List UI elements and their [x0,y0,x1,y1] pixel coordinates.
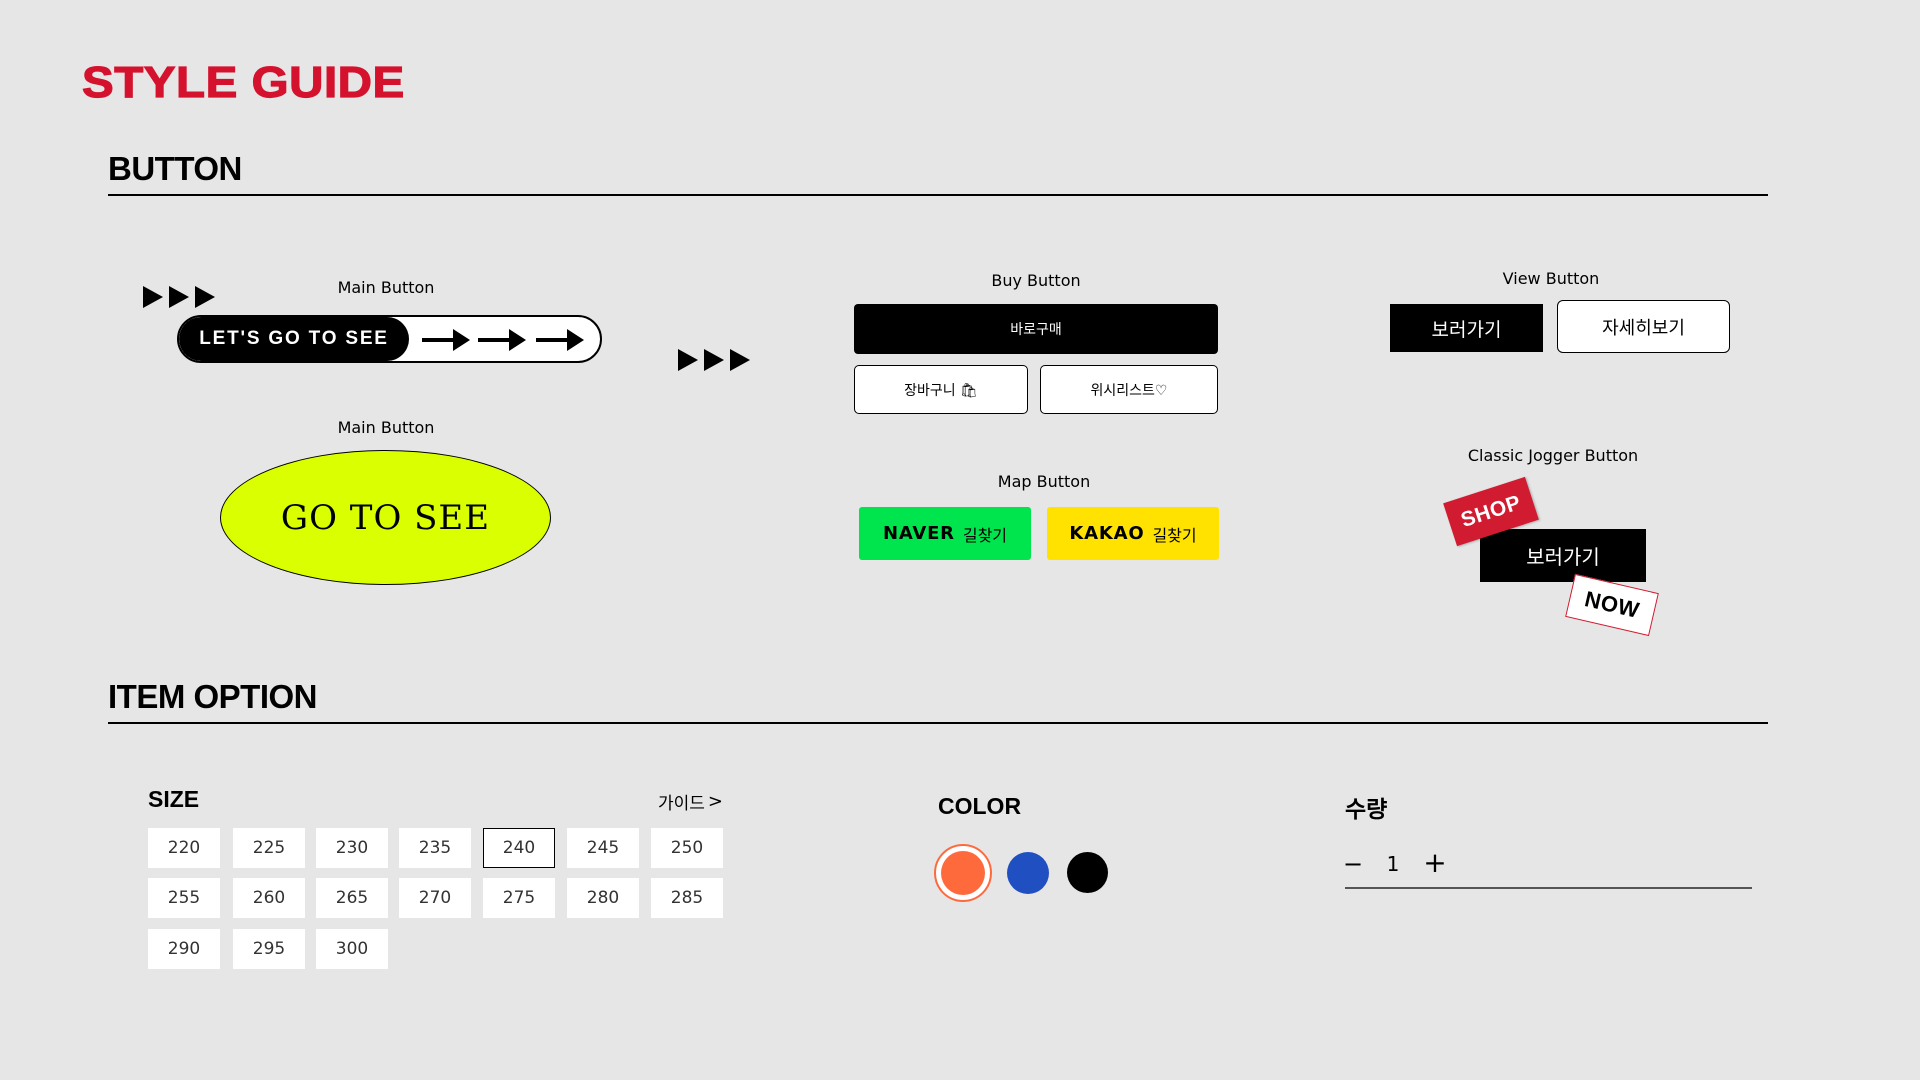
arrow-right-icon [536,329,584,351]
size-label: SIZE [148,786,200,812]
size-option-230[interactable]: 230 [316,828,388,868]
size-option-290[interactable]: 290 [148,929,220,969]
map-button-caption: Map Button [997,472,1091,491]
size-option-270[interactable]: 270 [399,878,471,918]
section-divider [108,194,1768,196]
kakao-label: KAKAO [1069,523,1145,544]
view-button-caption: View Button [1502,269,1600,288]
page-title: STYLE GUIDE [81,57,405,107]
view-button[interactable]: 보러가기 [1390,304,1543,352]
main-button-caption: Main Button [337,278,435,297]
add-to-cart-button[interactable]: 장바구니 🛍 [854,365,1028,414]
quantity-label: 수량 [1345,797,1388,823]
size-option-285[interactable]: 285 [651,878,723,918]
naver-map-button[interactable]: NAVER 길찾기 [859,507,1031,560]
size-option-275[interactable]: 275 [483,878,555,918]
arrow-right-icon [422,329,470,351]
size-option-255[interactable]: 255 [148,878,220,918]
size-option-250[interactable]: 250 [651,828,723,868]
lets-go-to-see-button[interactable]: LET'S GO TO SEE [177,315,602,363]
go-to-see-button[interactable]: GO TO SEE [220,450,551,585]
quantity-increase-button[interactable]: + [1422,846,1448,879]
directions-label: 길찾기 [1152,525,1197,545]
quantity-underline [1345,887,1752,889]
quantity-decrease-button[interactable]: − [1342,850,1364,878]
size-option-220[interactable]: 220 [148,828,220,868]
view-details-button[interactable]: 자세히보기 [1557,300,1730,353]
size-guide-link[interactable]: 가이드 > [658,789,723,814]
section-title-item-option: ITEM OPTION [108,678,318,715]
color-swatch-blue[interactable] [1007,852,1049,894]
size-option-280[interactable]: 280 [567,878,639,918]
buy-now-button[interactable]: 바로구매 [854,304,1218,354]
quantity-value: 1 [1386,852,1400,876]
pill-button-label[interactable]: LET'S GO TO SEE [179,317,409,361]
triangle-arrows-icon [678,349,750,371]
jogger-view-button[interactable]: 보러가기 [1480,529,1646,582]
color-label: COLOR [938,793,1022,819]
wishlist-button[interactable]: 위시리스트♡ [1040,365,1218,414]
size-option-245[interactable]: 245 [567,828,639,868]
size-option-235[interactable]: 235 [399,828,471,868]
arrow-right-icon [478,329,526,351]
naver-label: NAVER [882,523,955,544]
chevron-right-icon: > [707,791,724,812]
size-option-260[interactable]: 260 [233,878,305,918]
color-swatch-orange[interactable] [934,844,992,902]
size-option-225[interactable]: 225 [233,828,305,868]
size-option-295[interactable]: 295 [233,929,305,969]
section-title-button: BUTTON [108,150,242,187]
size-option-265[interactable]: 265 [316,878,388,918]
directions-label: 길찾기 [962,525,1008,545]
triangle-arrows-icon [143,286,215,308]
now-sticker: NOW [1565,573,1659,637]
main-button-caption-2: Main Button [337,418,435,437]
size-grid: 220 225 230 235 240 245 250 255 260 265 270 275 280 2… [148,828,728,970]
size-option-300[interactable]: 300 [316,929,388,969]
buy-button-caption: Buy Button [991,271,1081,290]
section-divider [108,722,1768,724]
size-option-240[interactable]: 240 [483,828,555,868]
size-guide-label: 가이드 [658,794,705,814]
kakao-map-button[interactable]: KAKAO 길찾기 [1047,507,1219,560]
color-swatch-black[interactable] [1067,852,1108,893]
jogger-button-caption: Classic Jogger Button [1467,446,1639,465]
